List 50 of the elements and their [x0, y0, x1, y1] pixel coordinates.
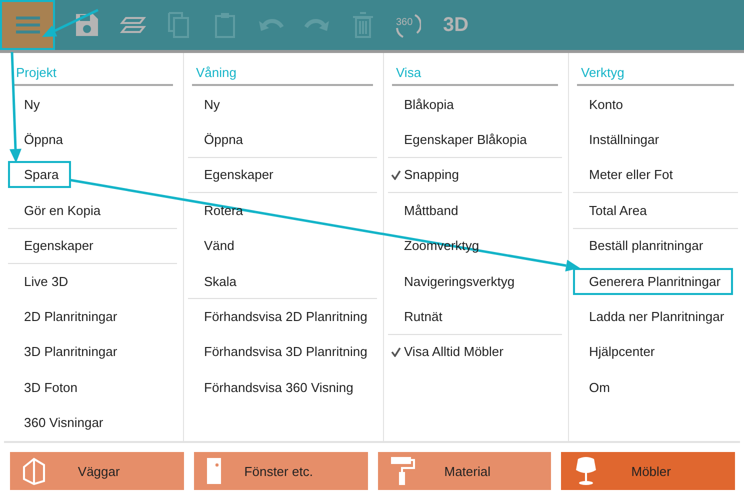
menu-item[interactable]: Öppna: [8, 126, 76, 154]
menu-item[interactable]: Gör en Kopia: [8, 196, 113, 224]
menu-item[interactable]: Rutnät: [388, 303, 454, 330]
menu-item[interactable]: Rotera: [188, 196, 256, 224]
menu-item[interactable]: Om: [573, 374, 622, 401]
menu-column-heading: Visa: [392, 61, 558, 86]
menu-item[interactable]: Egenskaper Blåkopia: [388, 126, 539, 154]
menu-item[interactable]: 3D Foton: [8, 374, 90, 401]
menu-item[interactable]: Navigeringsverktyg: [388, 268, 527, 295]
menu-item[interactable]: Blåkopia: [388, 90, 466, 118]
category-tab[interactable]: Fönster etc.: [194, 452, 368, 490]
menu-item[interactable]: 3D Planritningar: [8, 338, 130, 366]
save-icon[interactable]: [73, 11, 101, 39]
category-tab[interactable]: Möbler: [561, 452, 735, 490]
menu-item[interactable]: Måttband: [388, 196, 470, 224]
menu-item[interactable]: Egenskaper: [8, 232, 106, 260]
door-icon: [206, 457, 222, 485]
menu-item[interactable]: Beställ planritningar: [573, 232, 716, 260]
menu-item[interactable]: Spara: [8, 161, 71, 188]
menu-column-heading: Våning: [192, 61, 373, 86]
paint-roller-icon: [390, 456, 416, 486]
menu-item[interactable]: Förhandsvisa 3D Planritning: [188, 338, 380, 366]
menu-item[interactable]: Hjälpcenter: [573, 338, 667, 366]
menu-item[interactable]: Konto: [573, 90, 635, 118]
menu-item[interactable]: Generera Planritningar: [573, 268, 733, 295]
menu-column-heading: Projekt: [12, 61, 173, 86]
menu-item[interactable]: Vänd: [188, 232, 246, 260]
menu-item[interactable]: Ladda ner Planritningar: [573, 303, 736, 330]
menu-item[interactable]: 360 Visningar: [8, 409, 116, 436]
menu-item[interactable]: Förhandsvisa 360 Visning: [188, 374, 366, 401]
menu-item[interactable]: Total Area: [573, 196, 659, 224]
house-outline-icon: [22, 457, 46, 485]
menu-item[interactable]: Ny: [8, 90, 52, 118]
menu-item[interactable]: Öppna: [188, 126, 256, 154]
arrow: [42, 8, 99, 37]
menu-item[interactable]: Visa Alltid Möbler: [388, 338, 516, 366]
category-tab[interactable]: Väggar: [10, 452, 184, 490]
menu-item[interactable]: Skala: [188, 268, 249, 295]
menu-item[interactable]: Inställningar: [573, 126, 672, 154]
menu-button[interactable]: [0, 0, 55, 50]
menu-item[interactable]: Egenskaper: [188, 161, 286, 188]
category-tab[interactable]: Material: [378, 452, 552, 490]
menu-column-heading: Verktyg: [577, 61, 734, 86]
menu-item[interactable]: Meter eller Fot: [573, 161, 685, 188]
menu-item[interactable]: Ny: [188, 90, 232, 118]
menu-icon: [16, 16, 40, 34]
menu-item[interactable]: Snapping: [388, 161, 471, 188]
menu-item[interactable]: Förhandsvisa 2D Planritning: [188, 303, 380, 330]
menu-item[interactable]: Live 3D: [8, 268, 80, 295]
menu-item[interactable]: 2D Planritningar: [8, 303, 130, 330]
